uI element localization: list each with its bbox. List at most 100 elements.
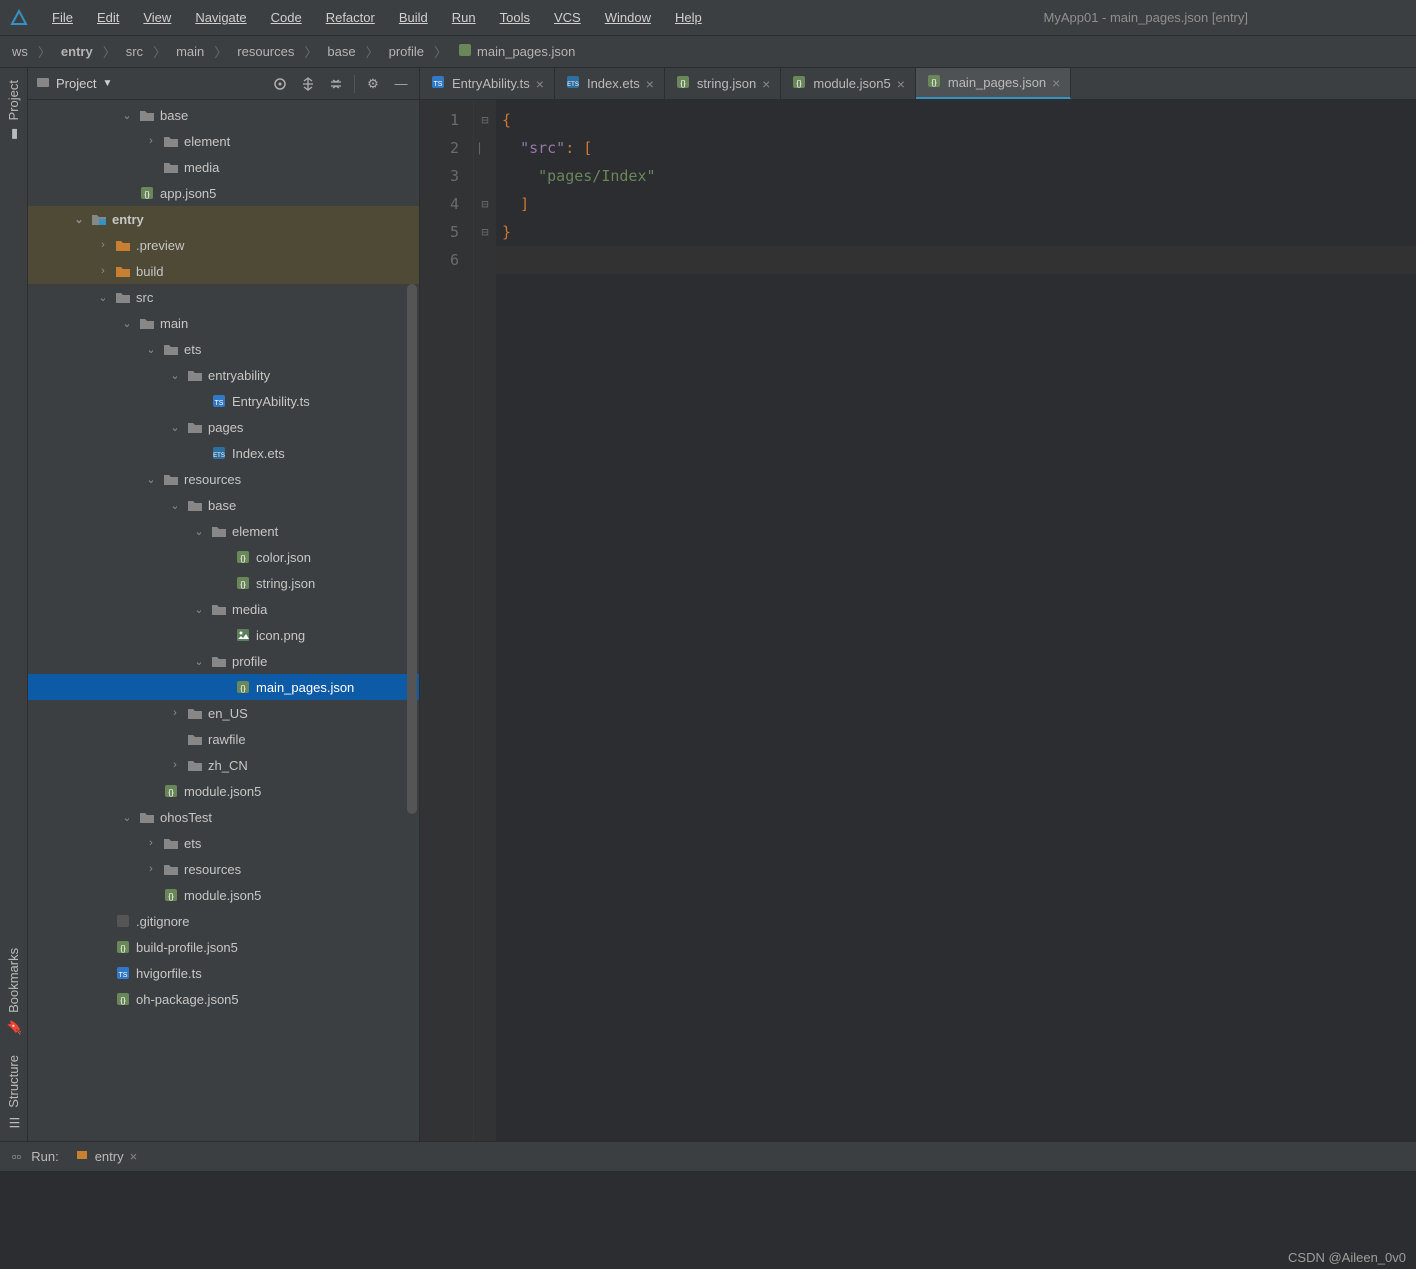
tab-module-json5[interactable]: {}module.json5× — [781, 68, 916, 99]
chevron-right-icon[interactable]: › — [96, 265, 110, 277]
tree-row-ohostest[interactable]: ⌄ohosTest — [28, 804, 419, 830]
menu-edit[interactable]: Edit — [87, 6, 129, 29]
close-icon[interactable]: × — [130, 1149, 138, 1164]
rail-bookmarks[interactable]: 🔖 Bookmarks — [6, 944, 21, 1039]
tree-row-media[interactable]: ⌄media — [28, 596, 419, 622]
tree-row-string-json[interactable]: {}string.json — [28, 570, 419, 596]
tab-main-pages-json[interactable]: {}main_pages.json× — [916, 68, 1071, 99]
chevron-down-icon[interactable]: ⌄ — [192, 655, 206, 668]
tree-row-main-pages-json[interactable]: {}main_pages.json — [28, 674, 419, 700]
tree-row-entry[interactable]: ⌄entry — [28, 206, 419, 232]
chevron-down-icon[interactable]: ⌄ — [192, 525, 206, 538]
close-icon[interactable]: × — [1052, 75, 1060, 91]
tree-row-color-json[interactable]: {}color.json — [28, 544, 419, 570]
crumb-profile[interactable]: profile — [389, 44, 424, 59]
tree-row-icon-png[interactable]: icon.png — [28, 622, 419, 648]
chevron-right-icon[interactable]: › — [144, 135, 158, 147]
tab-entryability-ts[interactable]: TSEntryAbility.ts× — [420, 68, 555, 99]
close-icon[interactable]: × — [536, 76, 544, 92]
chevron-down-icon[interactable]: ⌄ — [120, 811, 134, 824]
rail-structure[interactable]: ☰ Structure — [6, 1051, 21, 1133]
menu-navigate[interactable]: Navigate — [185, 6, 256, 29]
menu-run[interactable]: Run — [442, 6, 486, 29]
crumb-resources[interactable]: resources — [237, 44, 294, 59]
tree-row-ets[interactable]: ›ets — [28, 830, 419, 856]
menu-window[interactable]: Window — [595, 6, 661, 29]
chevron-right-icon[interactable]: › — [144, 863, 158, 875]
run-target-tab[interactable]: entry × — [69, 1146, 144, 1167]
chevron-right-icon[interactable]: › — [168, 759, 182, 771]
tree-row-ets[interactable]: ⌄ets — [28, 336, 419, 362]
chevron-down-icon[interactable]: ⌄ — [144, 343, 158, 356]
chevron-down-icon[interactable]: ⌄ — [168, 421, 182, 434]
menu-refactor[interactable]: Refactor — [316, 6, 385, 29]
tree-row-element[interactable]: ›element — [28, 128, 419, 154]
close-icon[interactable]: × — [762, 76, 770, 92]
menu-code[interactable]: Code — [261, 6, 312, 29]
menu-tools[interactable]: Tools — [490, 6, 540, 29]
tool-window-menu-icon[interactable]: ▫▫ — [12, 1149, 21, 1164]
project-view-dropdown[interactable]: Project ▼ — [36, 75, 112, 92]
tree-row-build[interactable]: ›build — [28, 258, 419, 284]
tree-row-main[interactable]: ⌄main — [28, 310, 419, 336]
file-tree[interactable]: ⌄base›elementmedia{}app.json5⌄entry›.pre… — [28, 100, 419, 1141]
tree-row-index-ets[interactable]: ETSIndex.ets — [28, 440, 419, 466]
tree-row--preview[interactable]: ›.preview — [28, 232, 419, 258]
tree-row--gitignore[interactable]: .gitignore — [28, 908, 419, 934]
gear-icon[interactable]: ⚙ — [363, 74, 383, 94]
menu-vcs[interactable]: VCS — [544, 6, 591, 29]
crumb-base[interactable]: base — [327, 44, 355, 59]
tree-row-base[interactable]: ⌄base — [28, 492, 419, 518]
chevron-down-icon[interactable]: ⌄ — [192, 603, 206, 616]
chevron-down-icon[interactable]: ⌄ — [120, 109, 134, 122]
chevron-down-icon[interactable]: ⌄ — [120, 317, 134, 330]
crumb-ws[interactable]: ws — [12, 44, 28, 59]
chevron-down-icon[interactable]: ⌄ — [168, 369, 182, 382]
tree-row-src[interactable]: ⌄src — [28, 284, 419, 310]
tree-scrollbar[interactable] — [407, 284, 417, 814]
chevron-down-icon[interactable]: ⌄ — [144, 473, 158, 486]
close-icon[interactable]: × — [897, 76, 905, 92]
line-number-gutter[interactable]: 1 2 3 4 5 6 — [420, 100, 474, 1141]
tree-row-module-json5[interactable]: {}module.json5 — [28, 778, 419, 804]
hide-panel-icon[interactable]: — — [391, 74, 411, 94]
rail-project[interactable]: ▮ Project — [6, 76, 21, 145]
chevron-down-icon[interactable]: ⌄ — [96, 291, 110, 304]
chevron-right-icon[interactable]: › — [144, 837, 158, 849]
tree-row-media[interactable]: media — [28, 154, 419, 180]
expand-all-icon[interactable] — [298, 74, 318, 94]
fold-toggle-icon[interactable]: ⊟ — [474, 106, 496, 134]
tree-row-build-profile-json5[interactable]: {}build-profile.json5 — [28, 934, 419, 960]
tree-row-zh-cn[interactable]: ›zh_CN — [28, 752, 419, 778]
menu-build[interactable]: Build — [389, 6, 438, 29]
tab-string-json[interactable]: {}string.json× — [665, 68, 781, 99]
tree-row-entryability[interactable]: ⌄entryability — [28, 362, 419, 388]
tree-row-resources[interactable]: ›resources — [28, 856, 419, 882]
tree-row-module-json5[interactable]: {}module.json5 — [28, 882, 419, 908]
crumb-file[interactable]: main_pages.json — [477, 44, 575, 59]
tree-row-rawfile[interactable]: rawfile — [28, 726, 419, 752]
crumb-entry[interactable]: entry — [61, 44, 93, 59]
fold-gutter[interactable]: ⊟ ⎸ ⊟ ⊟ — [474, 100, 496, 1141]
chevron-down-icon[interactable]: ⌄ — [168, 499, 182, 512]
menu-help[interactable]: Help — [665, 6, 712, 29]
tree-row-app-json5[interactable]: {}app.json5 — [28, 180, 419, 206]
collapse-all-icon[interactable] — [326, 74, 346, 94]
menu-file[interactable]: File — [42, 6, 83, 29]
menu-view[interactable]: View — [133, 6, 181, 29]
tree-row-hvigorfile-ts[interactable]: TShvigorfile.ts — [28, 960, 419, 986]
crumb-src[interactable]: src — [126, 44, 143, 59]
chevron-down-icon[interactable]: ⌄ — [72, 213, 86, 226]
crumb-main[interactable]: main — [176, 44, 204, 59]
close-icon[interactable]: × — [646, 76, 654, 92]
code-area[interactable]: { "src": [ "pages/Index" ] } — [496, 100, 1416, 1141]
tree-row-element[interactable]: ⌄element — [28, 518, 419, 544]
chevron-right-icon[interactable]: › — [96, 239, 110, 251]
tree-row-entryability-ts[interactable]: TSEntryAbility.ts — [28, 388, 419, 414]
tree-row-resources[interactable]: ⌄resources — [28, 466, 419, 492]
tree-row-pages[interactable]: ⌄pages — [28, 414, 419, 440]
tree-row-en-us[interactable]: ›en_US — [28, 700, 419, 726]
tree-row-oh-package-json5[interactable]: {}oh-package.json5 — [28, 986, 419, 1012]
tree-row-base[interactable]: ⌄base — [28, 102, 419, 128]
tree-row-profile[interactable]: ⌄profile — [28, 648, 419, 674]
